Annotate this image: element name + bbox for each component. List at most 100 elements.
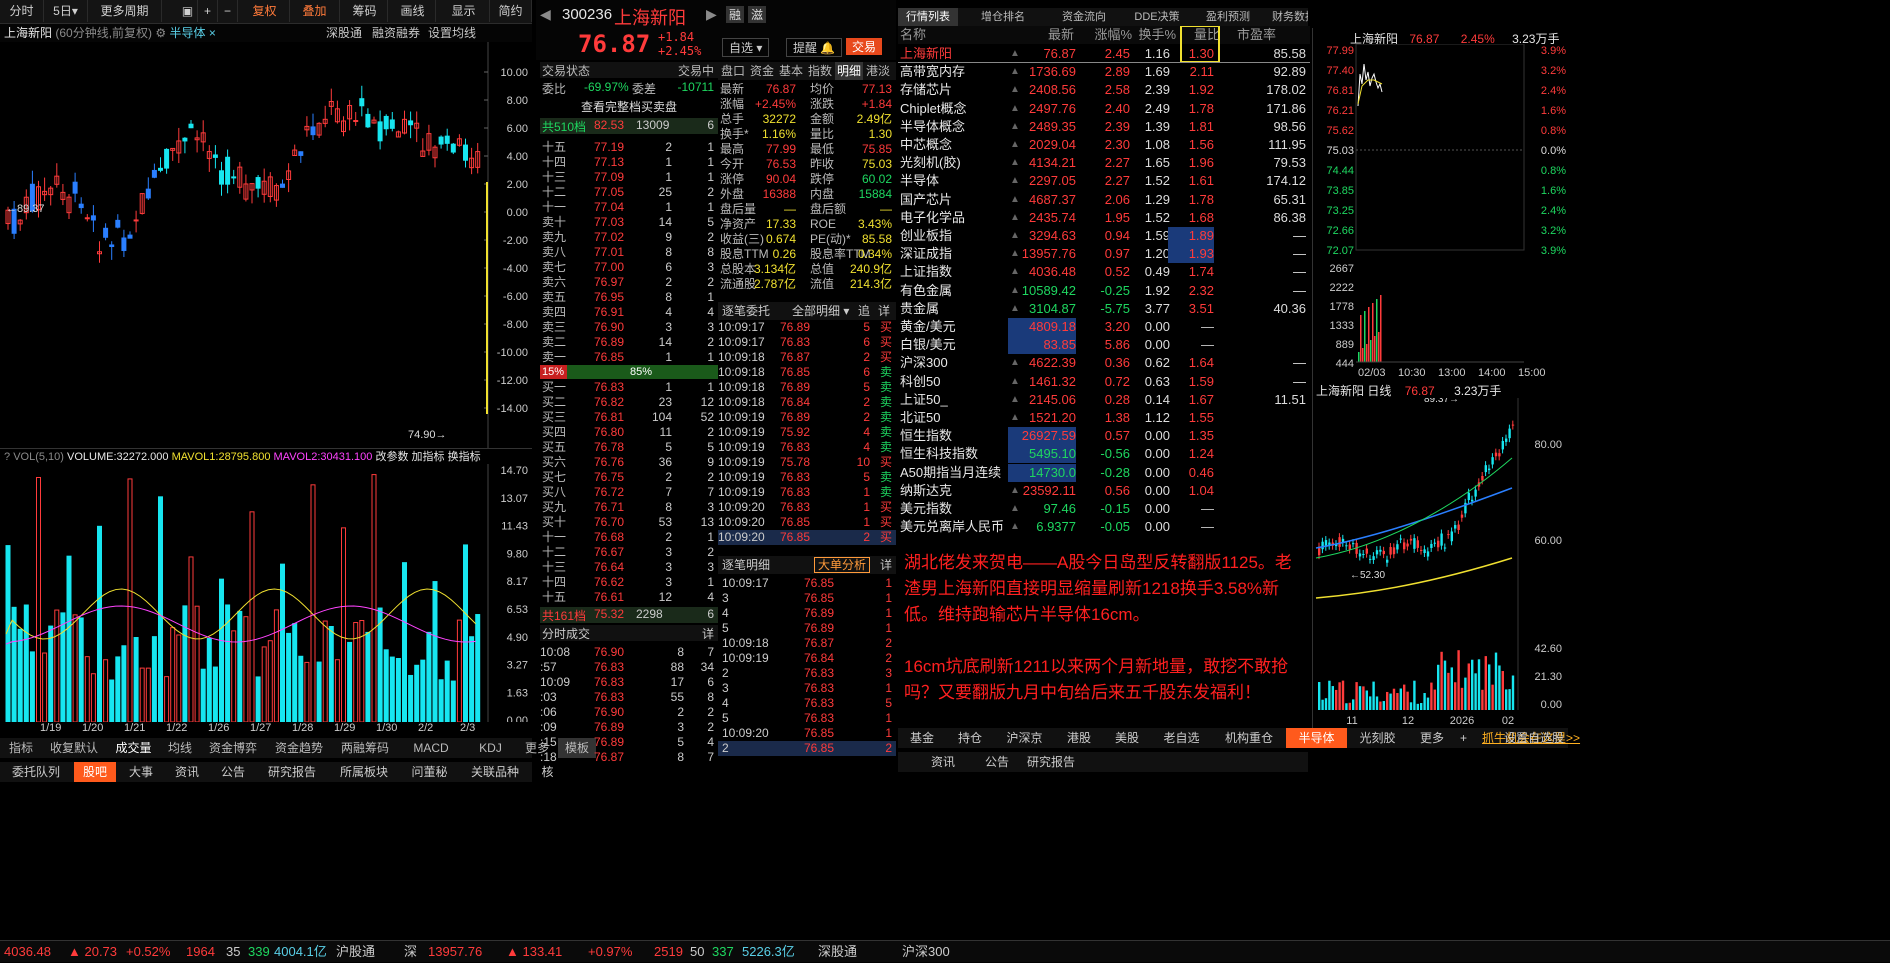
full-book-button[interactable]: 查看完整档买卖盘 bbox=[540, 98, 718, 116]
display-button[interactable]: 显示 bbox=[438, 0, 490, 22]
list-tab[interactable]: 资金流向 bbox=[1048, 8, 1120, 26]
sector-tab[interactable]: 老自选 bbox=[1151, 728, 1212, 748]
indicator-tab[interactable]: 资金趋势 bbox=[267, 738, 331, 758]
list-row[interactable]: 半导体概念 ▲ 2489.35 2.39 1.39 1.81 98.56 bbox=[898, 118, 1310, 136]
list-row[interactable]: 深证成指 ▲ 13957.76 0.97 1.20 1.93— bbox=[898, 245, 1310, 264]
prev-stock-icon[interactable]: ◀ bbox=[540, 6, 551, 23]
zhubi-select[interactable]: 全部明细 ▾ bbox=[792, 302, 849, 320]
more-period-button[interactable]: 更多周期 bbox=[88, 0, 162, 22]
period-5day-button[interactable]: 5日▾ bbox=[44, 0, 88, 22]
add-tab-icon[interactable]: + bbox=[1460, 728, 1467, 748]
list-row[interactable]: 上海新阳 ▲ 76.87 2.45 1.16 1.30 85.58 bbox=[898, 45, 1310, 63]
list-row[interactable]: 高带宽内存 ▲ 1736.69 2.89 1.69 2.11 92.89 bbox=[898, 63, 1310, 81]
bottom-tab[interactable]: 股吧 bbox=[74, 762, 116, 782]
indicator-tab[interactable]: 指标 bbox=[2, 738, 40, 758]
trade-button[interactable]: 交易 bbox=[846, 38, 883, 55]
list-row[interactable]: 沪深300 ▲ 4622.39 0.36 0.62 1.64— bbox=[898, 354, 1310, 372]
track-button[interactable]: 追 bbox=[858, 302, 870, 320]
help-icon[interactable]: ? bbox=[4, 451, 10, 463]
add-indicator-button[interactable]: 加指标 bbox=[412, 451, 445, 463]
info-tab[interactable]: 基本 bbox=[777, 62, 805, 80]
overlay-button[interactable]: 叠加 bbox=[290, 0, 340, 22]
link-margin[interactable]: 融资融券 bbox=[372, 24, 420, 42]
sector-tab[interactable]: 美股 bbox=[1103, 728, 1151, 748]
list-tab[interactable]: 行情列表 bbox=[898, 8, 958, 26]
bottom-tab[interactable]: 资讯 bbox=[166, 762, 208, 782]
close-icon[interactable]: × bbox=[209, 26, 216, 40]
list-row[interactable]: 黄金/美元▲4809.183.200.00— bbox=[898, 318, 1310, 336]
indicator-tab[interactable]: 资金博弈 bbox=[201, 738, 265, 758]
list-row[interactable]: 科创50 ▲ 1461.32 0.72 0.63 1.59— bbox=[898, 373, 1310, 391]
sector-tab[interactable]: 光刻胶 bbox=[1347, 728, 1408, 748]
sector-tab[interactable]: 沪深京 bbox=[994, 728, 1055, 748]
list-row[interactable]: 恒生科技指数▲5495.10-0.560.001.24 bbox=[898, 445, 1310, 464]
indicator-tab[interactable]: 收复默认 bbox=[42, 738, 106, 758]
list-row[interactable]: Chiplet概念 ▲ 2497.76 2.40 2.49 1.78 171.86 bbox=[898, 100, 1310, 118]
link-ma-settings[interactable]: 设置均线 bbox=[428, 24, 476, 42]
draw-line-button[interactable]: 画线 bbox=[390, 0, 436, 22]
adjust-button[interactable]: 复权 bbox=[240, 0, 290, 22]
mini-timeshare-chart[interactable]: 77.99 77.40 76.81 76.21 75.62 75.03 74.44 73.85… bbox=[1312, 44, 1568, 380]
bottom-tab[interactable]: 关联品种 bbox=[461, 762, 529, 782]
info-tab[interactable]: 明细 bbox=[835, 62, 863, 80]
bottom-tab[interactable]: 所属板块 bbox=[330, 762, 398, 782]
zoom-out-icon[interactable]: − bbox=[218, 0, 238, 22]
indicator-tab[interactable]: 两融筹码 bbox=[333, 738, 397, 758]
sector-tab[interactable]: 港股 bbox=[1055, 728, 1103, 748]
big-order-button[interactable]: 大单分析 bbox=[814, 557, 871, 573]
change-params-button[interactable]: 改参数 bbox=[375, 451, 408, 463]
bottom-tab[interactable]: 公告 bbox=[212, 762, 254, 782]
list-row[interactable]: A50期指当月连续▲14730.0-0.280.000.46 bbox=[898, 463, 1310, 482]
bottom-tab[interactable]: 问董秘 bbox=[402, 762, 457, 782]
list-row[interactable]: 半导体 ▲ 2297.05 2.27 1.52 1.61 174.12 bbox=[898, 172, 1310, 190]
sector-tab[interactable]: 持仓 bbox=[946, 728, 994, 748]
volume-chart[interactable]: 14.70 13.07 11.43 9.80 8.17 6.53 4.90 3.27 1.63 0… bbox=[0, 464, 532, 722]
remind-button[interactable]: 提醒 🔔 bbox=[786, 38, 843, 57]
bottom-tab[interactable]: 研究报告 bbox=[258, 762, 326, 782]
indicator-tab[interactable]: MACD bbox=[399, 738, 463, 758]
list-row[interactable]: 恒生指数▲26927.590.570.001.35 bbox=[898, 427, 1310, 446]
list-tab[interactable]: 增仓排名 bbox=[958, 8, 1048, 26]
list-row[interactable]: 有色金属 ▲ 10589.42 -0.25 1.92 2.32— bbox=[898, 282, 1310, 300]
list-row[interactable]: 存储芯片 ▲ 2408.56 2.58 2.39 1.92 178.02 bbox=[898, 81, 1310, 99]
info-tab[interactable]: 盘口 bbox=[719, 62, 747, 80]
trades-more-button[interactable]: 详 bbox=[702, 625, 714, 642]
detail-button[interactable]: 详 bbox=[878, 302, 890, 320]
sector-tab[interactable]: 基金 bbox=[898, 728, 946, 748]
list-row[interactable]: 上证指数 ▲ 4036.48 0.52 0.49 1.74— bbox=[898, 263, 1310, 281]
sub-tab[interactable]: 公告 bbox=[972, 752, 1022, 772]
bottom-tab[interactable]: 大事 bbox=[120, 762, 162, 782]
list-row[interactable]: 美元指数 ▲ 97.46 -0.15 0.00— bbox=[898, 500, 1310, 518]
mini-daily-chart[interactable]: 80.00 60.00 89.37→ ←52.30 42.60 21.30 0.00 11 12… bbox=[1312, 398, 1568, 726]
sector-tab[interactable]: 更多 bbox=[1408, 728, 1456, 748]
indicator-tab[interactable]: KDJ bbox=[465, 738, 516, 758]
link-sz-connect[interactable]: 深股通 bbox=[326, 24, 362, 42]
next-stock-icon[interactable]: ▶ bbox=[706, 6, 717, 23]
simple-button[interactable]: 简约 bbox=[490, 0, 532, 22]
sector-tag[interactable]: 半导体 bbox=[170, 26, 206, 40]
list-tab[interactable]: 盈利预测 bbox=[1194, 8, 1262, 26]
chip-button[interactable]: 筹码 bbox=[342, 0, 388, 22]
watchlist-button[interactable]: 自选 ▾ bbox=[722, 38, 770, 57]
switch-indicator-button[interactable]: 换指标 bbox=[448, 451, 481, 463]
list-row[interactable]: 纳斯达克 ▲ 23592.11 0.56 0.00 1.04 bbox=[898, 482, 1310, 500]
sector-tab[interactable]: 机构重仓 bbox=[1212, 728, 1286, 748]
list-row[interactable]: 国产芯片 ▲ 4687.37 2.06 1.29 1.78 65.31 bbox=[898, 191, 1310, 209]
list-row[interactable]: 北证50 ▲ 1521.20 1.38 1.12 1.55 bbox=[898, 409, 1310, 427]
sub-tab[interactable]: 研究报告 bbox=[1026, 752, 1076, 772]
list-row[interactable]: 光刻机(胶) ▲ 4134.21 2.27 1.65 1.96 79.53 bbox=[898, 154, 1310, 172]
info-tab[interactable]: 港淡 bbox=[864, 62, 892, 80]
sector-tab[interactable]: 半导体 bbox=[1286, 728, 1347, 748]
list-row[interactable]: 上证50_ ▲ 2145.06 0.28 0.14 1.67 11.51 bbox=[898, 391, 1310, 409]
gear-icon[interactable]: ⚙ bbox=[155, 26, 166, 40]
list-tab[interactable]: DDE决策 bbox=[1120, 8, 1194, 26]
bottom-tab[interactable]: 委托队列 bbox=[2, 762, 70, 782]
layout-icon[interactable]: ▣ bbox=[178, 0, 198, 22]
list-row[interactable]: 电子化学品 ▲ 2435.74 1.95 1.52 1.68 86.38 bbox=[898, 209, 1310, 227]
indicator-tab[interactable]: 均线 bbox=[161, 738, 199, 758]
list-row[interactable]: 美元兑离岸人民币 ▲ 6.9377 -0.05 0.00— bbox=[898, 518, 1310, 536]
info-tab[interactable]: 指数 bbox=[806, 62, 834, 80]
list-row[interactable]: 贵金属 ▲ 3104.87 -5.75 3.77 3.51 40.36 bbox=[898, 300, 1310, 318]
sub-tab[interactable]: 资讯 bbox=[918, 752, 968, 772]
list-tab[interactable]: 财务数据 bbox=[1262, 8, 1308, 26]
